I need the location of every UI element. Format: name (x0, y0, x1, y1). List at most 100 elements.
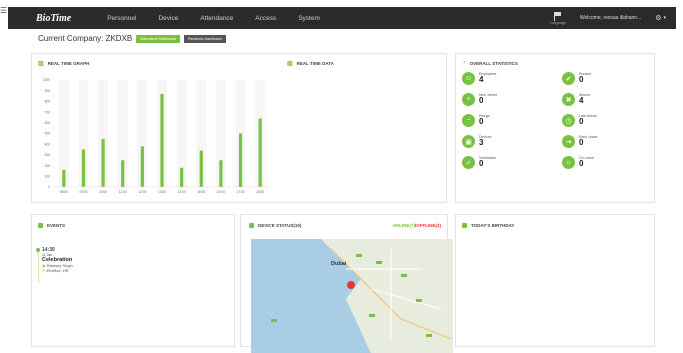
overall-statistics-label: OVERALL STATISTICS (469, 60, 518, 66)
nav-right: Language Welcome, ressaa illahann... ⚙ ▾ (550, 7, 666, 29)
bar[interactable] (238, 133, 243, 188)
online-count: ONLINE(7) (392, 223, 415, 228)
bar[interactable] (121, 160, 125, 187)
stat-present[interactable]: ✔ Present 0 (562, 72, 591, 85)
user-gear-icon: ⚙ (655, 15, 662, 22)
stat-employees[interactable]: ☺ Employees 4 (462, 72, 496, 85)
nav-personnel[interactable]: Personnel (107, 15, 136, 22)
map-marker-2 (376, 261, 382, 264)
map-marker-6 (271, 319, 277, 322)
birthday-panel: TODAY'S BIRTHDAY (455, 214, 655, 347)
device-status-label: DEVICE STATUS(10) (258, 223, 302, 228)
offline-count: OFFLINE(3) (416, 223, 441, 228)
y-tick-label: 200 (45, 164, 51, 168)
stat-devices[interactable]: ▣ Devices 3 (462, 135, 491, 148)
stat-new-joinee[interactable]: + New Joinee 0 (462, 93, 497, 106)
y-tick-label: 1000 (43, 78, 50, 82)
y-tick-label: 400 (45, 142, 51, 146)
absent-icon: ✖ (562, 93, 575, 106)
map-marker-1 (356, 254, 362, 257)
device-status-title: DEVICE STATUS(10) (249, 223, 301, 228)
stat-early-leave[interactable]: ⇥ Early Leave 0 (562, 135, 597, 148)
bar[interactable] (101, 138, 105, 187)
x-tick-label: 10:00 (99, 190, 107, 194)
language-selector[interactable]: Language (550, 11, 566, 25)
stat-text: On Leave 0 (579, 156, 594, 168)
x-tick-label: 08:00 (60, 190, 68, 194)
events-label: EVENTS (47, 223, 66, 228)
x-tick-label: 12:00 (138, 190, 146, 194)
bar[interactable] (180, 167, 184, 187)
new-joinee-icon: + (462, 93, 475, 106)
stat-value: 0 (479, 96, 484, 105)
gift-icon (462, 223, 467, 228)
bar[interactable] (219, 160, 223, 187)
user-menu[interactable]: ⚙ ▾ (655, 14, 666, 22)
pandemic-dashboard-button[interactable]: Pandemic Dashboard (184, 34, 226, 43)
nav-attendance[interactable]: Attendance (200, 15, 233, 22)
present-icon: ✔ (562, 72, 575, 85)
stat-value: 0 (579, 159, 584, 168)
stat-value: 4 (579, 96, 584, 105)
nav-system[interactable]: System (298, 15, 320, 22)
stat-verification[interactable]: ✓ Verification 0 (462, 156, 496, 169)
event-location: ZKoffice, HR (46, 268, 69, 273)
biotime-logo[interactable]: BioTime (36, 13, 71, 24)
company-row: Current Company: ZKDXB Attendance Dashbo… (38, 34, 226, 43)
bar[interactable] (160, 93, 164, 187)
logo-text: BioTime (36, 12, 72, 24)
event-timeline (37, 252, 39, 282)
map-marker-7 (426, 334, 432, 337)
current-company: Current Company: ZKDXB (38, 34, 133, 43)
map-marker-3 (401, 274, 407, 277)
stat-value: 0 (479, 117, 484, 126)
nav-device[interactable]: Device (158, 15, 178, 22)
stat-text: Early Leave 0 (579, 135, 597, 147)
stat-value: 0 (579, 75, 584, 84)
overall-statistics-panel: ◔ OVERALL STATISTICS ☺ Employees 4 ✔ Present… (455, 53, 655, 203)
nav-access[interactable]: Access (255, 15, 276, 22)
verification-icon: ✓ (462, 156, 475, 169)
event-item[interactable]: 14:30 11 Jan Celebration ♟ Ramsey Singh … (36, 247, 73, 282)
overall-statistics-title: ◔ OVERALL STATISTICS (462, 60, 518, 66)
chevron-down-icon: ▾ (663, 15, 666, 21)
stat-on-leave[interactable]: ☼ On Leave 0 (562, 156, 594, 169)
y-tick-label: 800 (45, 100, 51, 104)
calendar-icon (38, 223, 43, 228)
y-tick-label: 700 (45, 110, 51, 114)
stat-text: Absent 4 (579, 93, 590, 105)
stat-late-arrival[interactable]: ◷ Late Arrival 0 (562, 114, 597, 127)
stat-text: Employees 4 (479, 72, 496, 84)
realtime-graph-panel: ▥ REAL TIME GRAPH ▤ REAL TIME DATA 0 100 2… (31, 53, 447, 203)
attendance-dashboard-button[interactable]: Attendance Dashboard (136, 34, 181, 43)
x-tick-label: 09:00 (79, 190, 87, 194)
bar[interactable] (199, 150, 203, 187)
stat-text: Late Arrival 0 (579, 114, 597, 126)
bar[interactable] (62, 169, 66, 187)
menu-icon[interactable]: ☰ (0, 7, 8, 15)
birthday-title: TODAY'S BIRTHDAY (462, 223, 514, 228)
bar[interactable] (140, 146, 144, 187)
map-marker-5 (369, 314, 375, 317)
y-tick-label: 100 (45, 175, 51, 179)
bar[interactable] (258, 118, 262, 187)
birthday-label: TODAY'S BIRTHDAY (471, 223, 515, 228)
x-tick-label: 11:00 (119, 190, 127, 194)
map-graphic (251, 239, 453, 353)
x-tick-label: 16:00 (217, 190, 225, 194)
y-tick-label: 300 (45, 153, 51, 157)
stat-text: Resign 0 (479, 114, 490, 126)
stat-resign[interactable]: − Resign 0 (462, 114, 490, 127)
device-map[interactable]: Dubai (251, 239, 453, 353)
bar[interactable] (81, 149, 86, 187)
device-status-panel: DEVICE STATUS(10) ONLINE(7)/OFFLINE(3) D… (240, 214, 453, 353)
online-offline-status: ONLINE(7)/OFFLINE(3) (392, 223, 441, 228)
event-location-row: ⚲ ZKoffice, HR (42, 268, 73, 273)
stat-absent[interactable]: ✖ Absent 4 (562, 93, 590, 106)
events-panel: EVENTS 14:30 11 Jan Celebration ♟ Ramsey… (31, 214, 235, 347)
y-tick-label: 500 (45, 132, 51, 136)
devices-icon: ▣ (462, 135, 475, 148)
x-tick-label: 18:00 (256, 190, 264, 194)
employees-icon: ☺ (462, 72, 475, 85)
stat-text: Present 0 (579, 72, 591, 84)
